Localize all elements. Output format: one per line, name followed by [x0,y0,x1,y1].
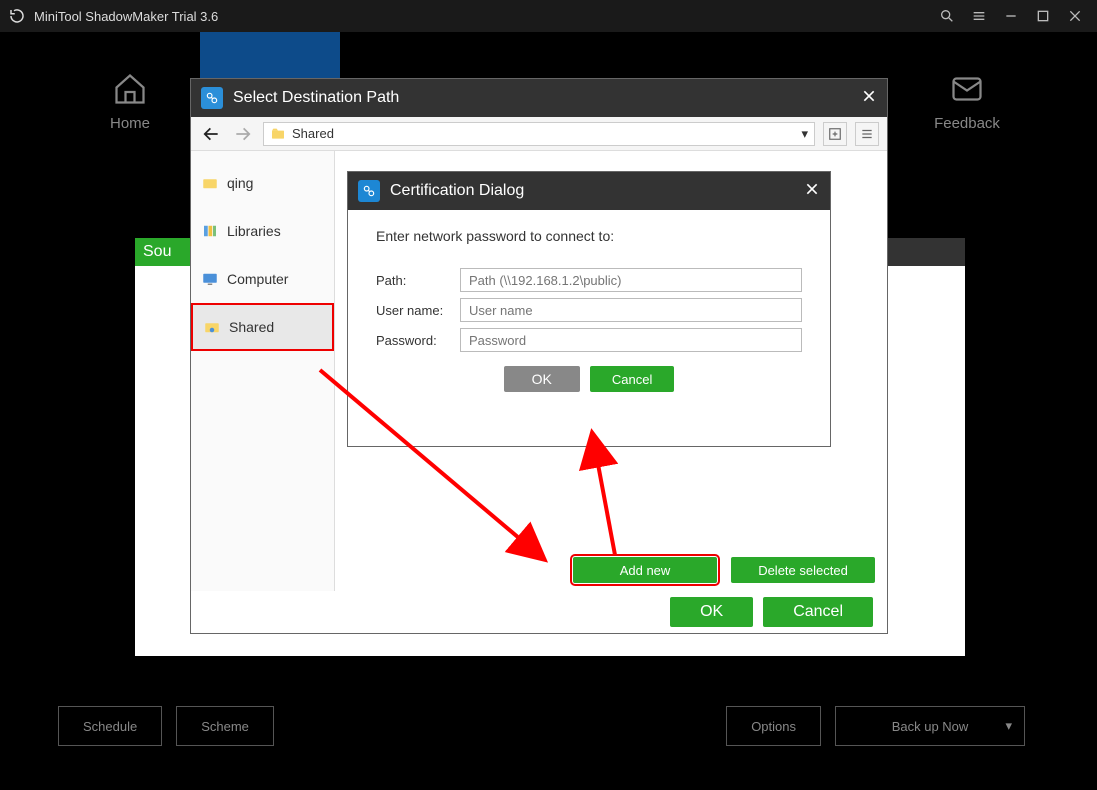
tab-feedback-label: Feedback [934,115,1000,132]
app-logo-icon [8,7,26,25]
view-list-icon[interactable] [855,122,879,146]
username-label: User name: [376,303,460,318]
sidebar-item-qing[interactable]: qing [191,159,334,207]
maximize-icon[interactable] [1029,2,1057,30]
cert-prompt: Enter network password to connect to: [376,228,802,244]
backup-now-button[interactable]: Back up Now ▾ [835,706,1025,746]
sidebar-item-libraries[interactable]: Libraries [191,207,334,255]
dialog-icon [201,87,223,109]
dest-cancel-button[interactable]: Cancel [763,597,873,627]
nav-back-icon[interactable] [199,122,223,146]
schedule-button[interactable]: Schedule [58,706,162,746]
path-text: Shared [292,126,334,141]
sidebar-item-computer[interactable]: Computer [191,255,334,303]
app-title: MiniTool ShadowMaker Trial 3.6 [34,9,929,24]
scheme-button[interactable]: Scheme [176,706,274,746]
sidebar-label: Computer [227,271,288,287]
nav-forward-icon[interactable] [231,122,255,146]
cert-ok-button[interactable]: OK [504,366,580,392]
path-input[interactable] [460,268,802,292]
tab-feedback[interactable]: Feedback [897,57,1037,146]
home-icon [112,71,148,107]
password-input[interactable] [460,328,802,352]
cert-close-icon[interactable] [804,181,820,202]
tab-home-label: Home [110,115,150,132]
options-button[interactable]: Options [726,706,821,746]
sidebar-item-shared[interactable]: Shared [191,303,334,351]
feedback-icon [949,71,985,107]
caret-down-icon[interactable]: ▾ [801,126,808,142]
sidebar-label: qing [227,175,253,191]
close-icon[interactable] [1061,2,1089,30]
folder-icon [270,126,286,142]
path-label: Path: [376,273,460,288]
dest-ok-button[interactable]: OK [670,597,753,627]
cert-dialog-icon [358,180,380,202]
add-new-button[interactable]: Add new [573,557,717,583]
dialog-titlebar: Select Destination Path [191,79,887,117]
sidebar-label: Shared [229,319,274,335]
username-input[interactable] [460,298,802,322]
password-label: Password: [376,333,460,348]
menu-icon[interactable] [965,2,993,30]
search-icon[interactable] [933,2,961,30]
backup-now-label: Back up Now [892,719,969,734]
cert-cancel-button[interactable]: Cancel [590,366,674,392]
sidebar-label: Libraries [227,223,281,239]
minimize-icon[interactable] [997,2,1025,30]
libraries-icon [201,222,219,240]
dialog-sidebar: qing Libraries Computer Shared [191,151,335,591]
computer-icon [201,270,219,288]
certification-dialog: Certification Dialog Enter network passw… [347,171,831,447]
tab-home[interactable]: Home [60,57,200,146]
dialog-toolbar: Shared ▾ [191,117,887,151]
user-folder-icon [201,174,219,192]
new-folder-icon[interactable] [823,122,847,146]
caret-down-icon: ▾ [1005,718,1012,734]
app-titlebar: MiniTool ShadowMaker Trial 3.6 [0,0,1097,32]
cert-title: Certification Dialog [390,182,804,200]
dialog-title: Select Destination Path [233,89,861,107]
dialog-close-icon[interactable] [861,88,877,109]
shared-folder-icon [203,318,221,336]
cert-titlebar: Certification Dialog [348,172,830,210]
path-box[interactable]: Shared ▾ [263,122,815,146]
dialog-footer: OK Cancel [191,591,887,633]
delete-selected-button[interactable]: Delete selected [731,557,875,583]
bottom-button-bar: Schedule Scheme Options Back up Now ▾ [0,706,1097,746]
